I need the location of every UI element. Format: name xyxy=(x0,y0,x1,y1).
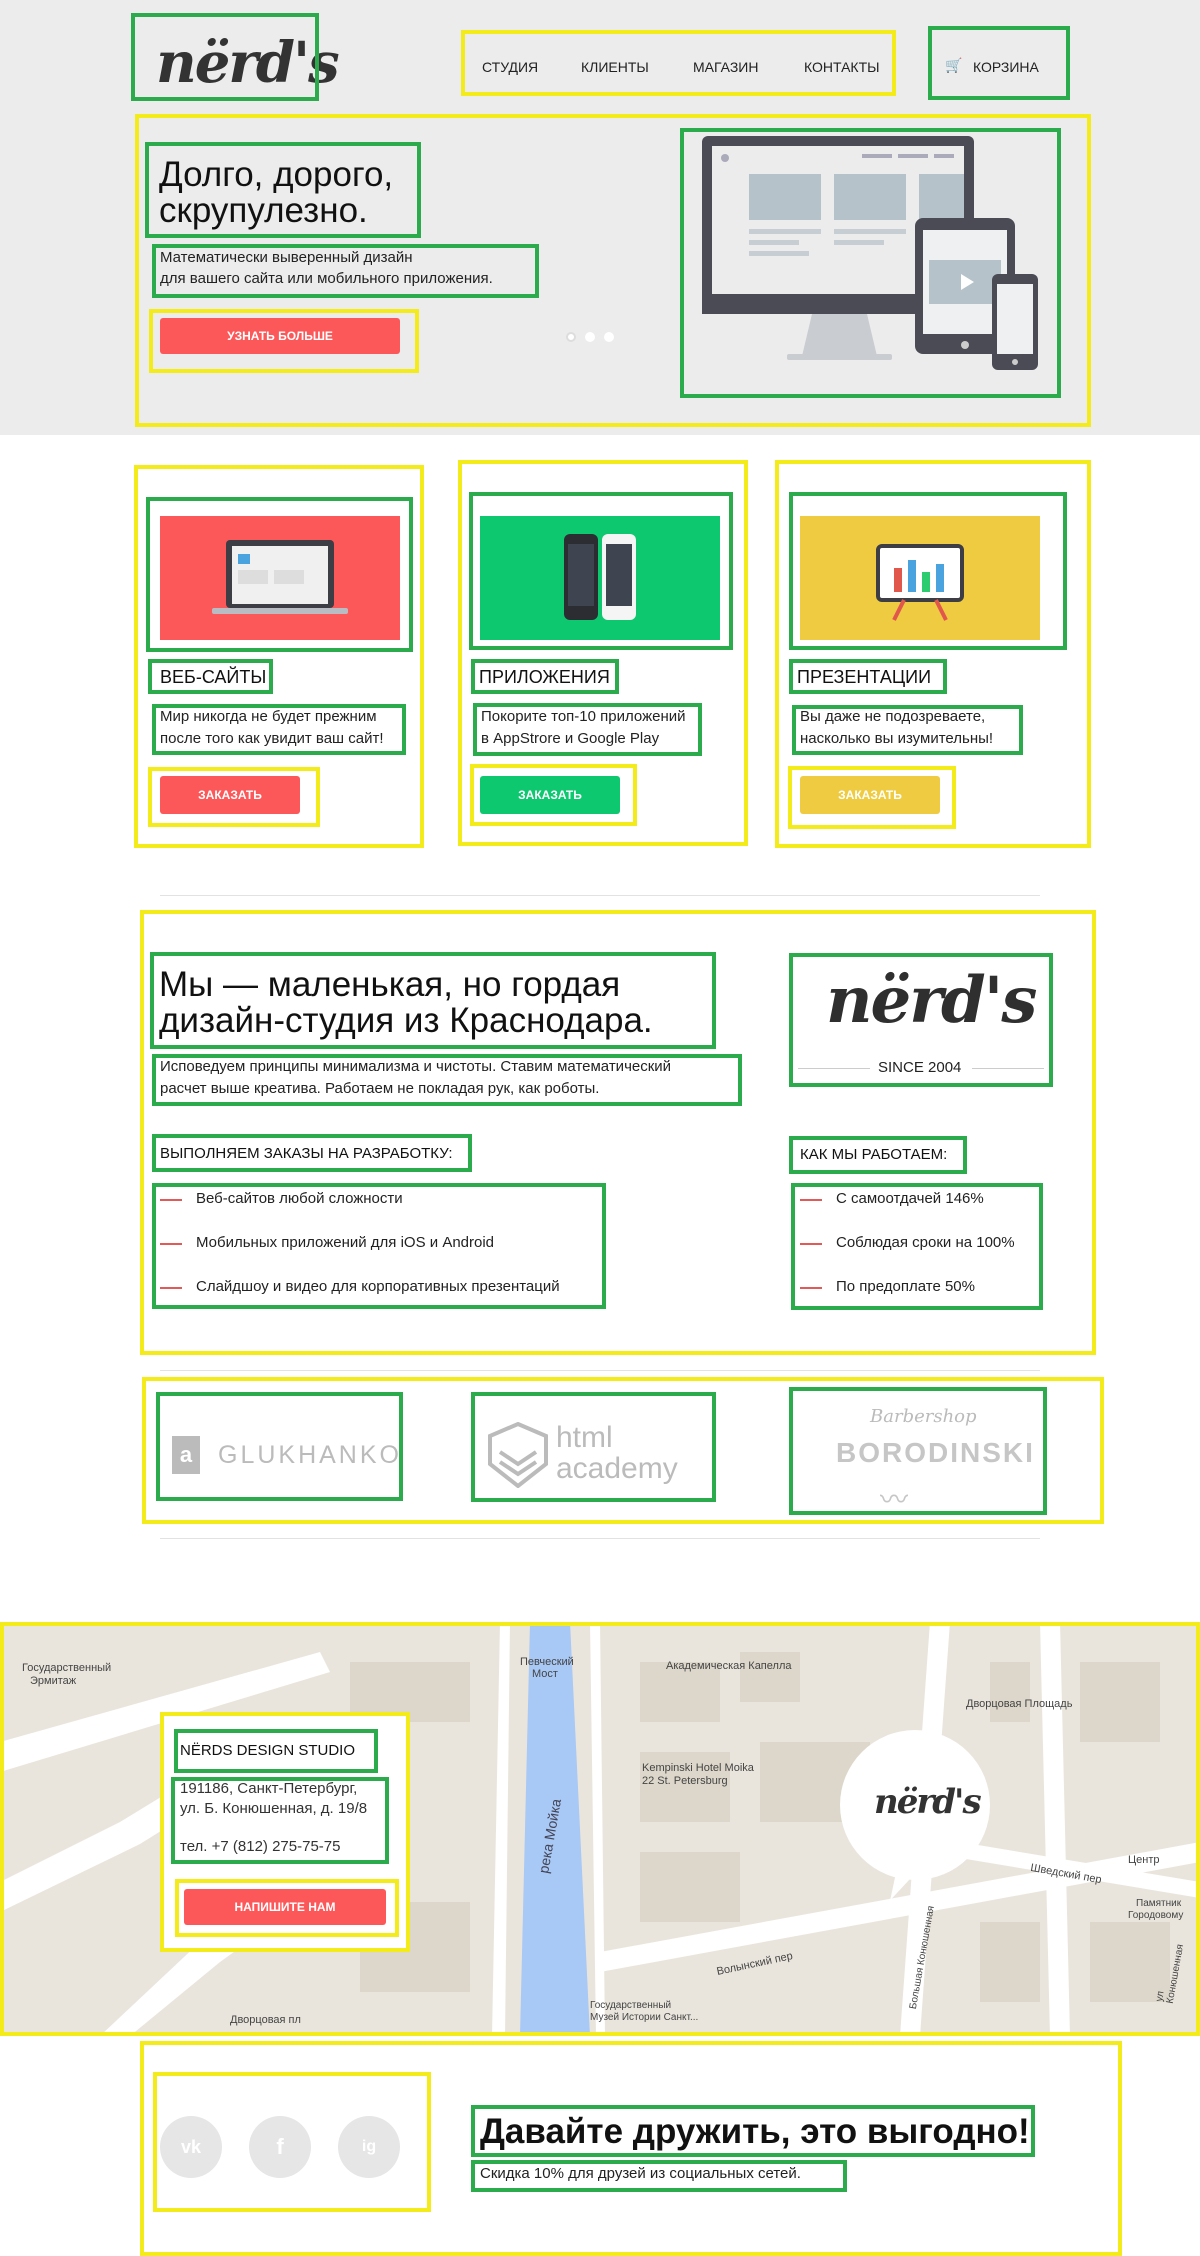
presentation-board-icon xyxy=(876,544,964,621)
nav-shop[interactable]: Магазин xyxy=(693,59,758,75)
how-item-1: С самоотдачей 146% xyxy=(836,1190,984,1207)
divider xyxy=(160,895,1040,896)
nav-clients[interactable]: Клиенты xyxy=(581,59,649,75)
slider-dot-3[interactable] xyxy=(604,332,614,342)
order-websites-button[interactable]: Заказать xyxy=(160,776,300,814)
contact-address-2: ул. Б. Конюшенная, д. 19/8 xyxy=(180,1800,368,1817)
service-desc-presentations-2: насколько вы изумительны! xyxy=(800,730,994,747)
write-us-button[interactable]: Напишите нам xyxy=(184,1889,386,1925)
hero-title-line2: скрупулезно. xyxy=(159,191,368,230)
facebook-icon[interactable]: f xyxy=(249,2116,311,2178)
contact-title: NËRDS DESIGN STUDIO xyxy=(180,1742,356,1759)
partner-borodinski[interactable]: BORODINSKI xyxy=(836,1437,1035,1469)
about-logo: nërd's xyxy=(826,963,1037,1038)
since-rule-left xyxy=(798,1068,870,1069)
partner-html-academy-2[interactable]: academy xyxy=(556,1453,678,1485)
service-title-apps: Приложения xyxy=(479,667,610,687)
footer-subtitle: Скидка 10% для друзей из социальных сете… xyxy=(480,2165,801,2182)
slider-dot-1[interactable] xyxy=(566,332,576,342)
service-desc-presentations-1: Вы даже не подозреваете, xyxy=(800,708,986,725)
service-title-presentations: Презентации xyxy=(797,667,932,687)
service-image-websites xyxy=(160,516,400,640)
nav-studio[interactable]: Студия xyxy=(482,59,538,75)
list-dash xyxy=(160,1243,182,1245)
slider-dot-2[interactable] xyxy=(585,332,595,342)
glukhanko-logo-icon: a xyxy=(172,1436,200,1474)
about-title-line2: дизайн-студия из Краснодара. xyxy=(159,1001,653,1040)
service-desc-websites-1: Мир никогда не будет прежним xyxy=(160,708,377,725)
list-dash xyxy=(160,1287,182,1289)
list-dash xyxy=(800,1287,822,1289)
how-title: Как мы работаем: xyxy=(800,1146,948,1163)
cart-link[interactable]: Корзина xyxy=(973,59,1039,75)
list-dash xyxy=(160,1199,182,1201)
order-presentations-button[interactable]: Заказать xyxy=(800,776,940,814)
about-desc-line2: расчет выше креатива. Работаем не поклад… xyxy=(160,1080,600,1097)
orders-item-3: Слайдшоу и видео для корпоративных презе… xyxy=(196,1278,560,1295)
hero-title-line1: Долго, дорого, xyxy=(159,155,394,194)
nav-contacts[interactable]: Контакты xyxy=(804,59,880,75)
cart-icon[interactable]: 🛒 xyxy=(945,57,962,74)
list-dash xyxy=(800,1199,822,1201)
divider xyxy=(160,1538,1040,1539)
service-desc-websites-2: после того как увидит ваш сайт! xyxy=(160,730,384,747)
partner-barbershop: Barbershop xyxy=(870,1406,977,1427)
how-item-3: По предоплате 50% xyxy=(836,1278,975,1295)
devices-illustration xyxy=(702,136,1038,370)
laptop-icon xyxy=(212,540,348,614)
order-apps-button[interactable]: Заказать xyxy=(480,776,620,814)
vk-icon[interactable]: vk xyxy=(160,2116,222,2178)
orders-item-2: Мобильных приложений для iOS и Android xyxy=(196,1234,495,1251)
partner-html-academy-1[interactable]: html xyxy=(556,1422,613,1454)
since-rule-right xyxy=(972,1068,1044,1069)
phones-icon xyxy=(564,534,636,620)
partner-glukhanko[interactable]: GLUKHANKO xyxy=(218,1441,402,1470)
how-item-2: Соблюдая сроки на 100% xyxy=(836,1234,1015,1251)
contact-phone[interactable]: тел. +7 (812) 275-75-75 xyxy=(180,1838,340,1855)
since-label: SINCE 2004 xyxy=(878,1059,962,1076)
service-image-apps xyxy=(480,516,720,640)
mustache-icon: 〰 xyxy=(880,1484,909,1515)
service-title-websites: Веб-сайты xyxy=(160,667,267,687)
hero-desc-line1: Математически выверенный дизайн xyxy=(160,249,413,266)
html-academy-logo-icon xyxy=(488,1422,548,1488)
service-desc-apps-1: Покорите топ-10 приложений xyxy=(481,708,686,725)
footer-title: Давайте дружить, это выгодно! xyxy=(480,2112,1030,2151)
contact-address-1: 191186, Санкт-Петербург, xyxy=(180,1780,358,1797)
divider xyxy=(160,1370,1040,1371)
logo-frame xyxy=(131,13,319,101)
learn-more-button[interactable]: Узнать больше xyxy=(160,318,400,354)
hero-desc-line2: для вашего сайта или мобильного приложен… xyxy=(160,270,493,287)
instagram-icon[interactable]: ig xyxy=(338,2116,400,2178)
about-title-line1: Мы — маленькая, но гордая xyxy=(159,965,621,1004)
orders-item-1: Веб-сайтов любой сложности xyxy=(196,1190,403,1207)
service-desc-apps-2: в AppStrore и Google Play xyxy=(481,730,660,747)
list-dash xyxy=(800,1243,822,1245)
orders-title: Выполняем заказы на разработку: xyxy=(160,1145,453,1162)
service-image-presentations xyxy=(800,516,1040,640)
about-desc-line1: Исповедуем принципы минимализма и чистот… xyxy=(160,1058,672,1075)
